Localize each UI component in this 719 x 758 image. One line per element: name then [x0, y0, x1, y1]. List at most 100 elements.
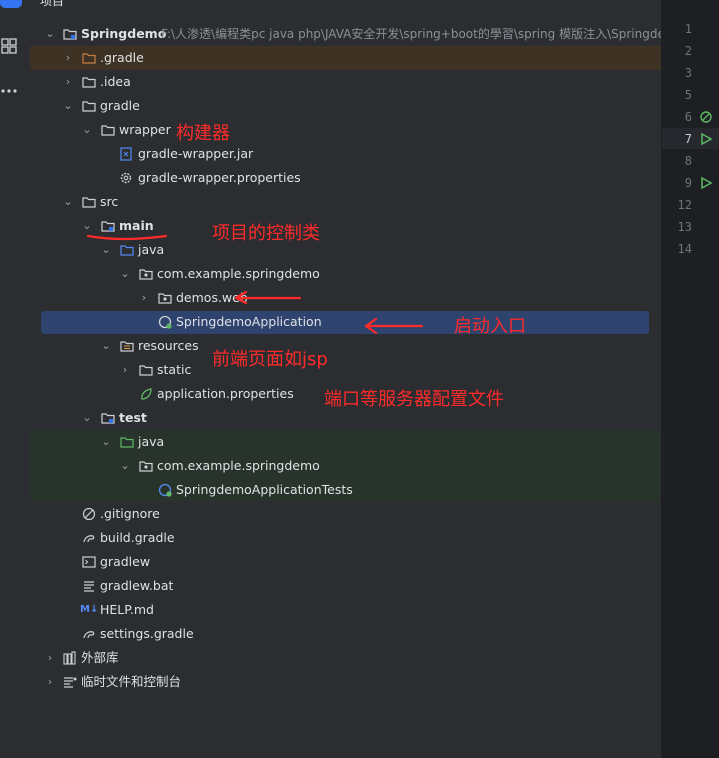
- chevron-down-icon[interactable]: ⌄: [80, 406, 94, 430]
- run-icon[interactable]: [699, 176, 713, 190]
- tree-row[interactable]: ⌄ com.example.springdemo: [30, 454, 661, 478]
- tree-row[interactable]: gradle-wrapper.properties: [30, 166, 661, 190]
- tree-row[interactable]: gradlew: [30, 550, 661, 574]
- chevron-down-icon[interactable]: ⌄: [99, 430, 113, 454]
- line-number: 13: [677, 220, 692, 234]
- chevron-right-icon[interactable]: ›: [61, 46, 75, 70]
- line-number: 3: [684, 66, 692, 80]
- tree-row[interactable]: M↓ HELP.md: [30, 598, 661, 622]
- tree-label: 外部库: [81, 650, 119, 665]
- tree-row-selected[interactable]: SpringdemoApplication: [30, 310, 661, 334]
- tree-label: gradle-wrapper.properties: [138, 170, 301, 185]
- chevron-down-icon[interactable]: ⌄: [99, 238, 113, 262]
- tree-row-root[interactable]: ⌄ Springdemo F:\人渗透\编程类pc java php\JAVA安…: [30, 22, 661, 46]
- jar-file-icon: [119, 147, 133, 161]
- chevron-right-icon[interactable]: ›: [43, 670, 57, 694]
- module-folder-icon: [63, 27, 77, 41]
- tree-row[interactable]: ⌄ java: [30, 430, 661, 454]
- tree-label: HELP.md: [100, 602, 154, 617]
- bean-icon[interactable]: [699, 110, 713, 124]
- tree-row[interactable]: ⌄ src: [30, 190, 661, 214]
- gradle-icon: [82, 531, 96, 545]
- line-number: 2: [684, 44, 692, 58]
- tree-row[interactable]: ⌄ com.example.springdemo: [30, 262, 661, 286]
- tree-label: resources: [138, 338, 199, 353]
- chevron-down-icon[interactable]: ⌄: [80, 118, 94, 142]
- ignore-file-icon: [82, 507, 96, 521]
- tree-row[interactable]: gradle-wrapper.jar: [30, 142, 661, 166]
- tree-label: gradlew.bat: [100, 578, 174, 593]
- tree-row[interactable]: gradlew.bat: [30, 574, 661, 598]
- tree-label: static: [157, 362, 192, 377]
- source-folder-icon: [120, 243, 134, 257]
- tree-label: .gradle: [100, 50, 144, 65]
- tree-row[interactable]: › 临时文件和控制台: [30, 670, 661, 694]
- project-tool-icon[interactable]: [0, 0, 22, 8]
- text-file-icon: [82, 579, 96, 593]
- tree-row[interactable]: › static: [30, 358, 661, 382]
- line-number: 14: [677, 242, 692, 256]
- more-tools-icon[interactable]: [0, 82, 18, 93]
- tree-row[interactable]: ⌄ main: [30, 214, 661, 238]
- tree-row[interactable]: ⌄ wrapper: [30, 118, 661, 142]
- tree-row[interactable]: ⌄ gradle: [30, 94, 661, 118]
- tree-row[interactable]: build.gradle: [30, 526, 661, 550]
- line-number: 1: [684, 22, 692, 36]
- chevron-down-icon[interactable]: ⌄: [99, 334, 113, 358]
- panel-title: 项目: [40, 0, 65, 8]
- tree-label: .idea: [100, 74, 131, 89]
- resources-folder-icon: [120, 339, 134, 353]
- tree-label: gradlew: [100, 554, 151, 569]
- line-number: 7: [684, 132, 692, 146]
- chevron-down-icon[interactable]: ⌄: [61, 190, 75, 214]
- test-folder-icon: [120, 435, 134, 449]
- chevron-down-icon[interactable]: ⌄: [118, 262, 132, 286]
- tree-row[interactable]: › .idea: [30, 70, 661, 94]
- tree-label: java: [138, 434, 165, 449]
- scratches-icon: [63, 675, 77, 689]
- gear-icon: [119, 171, 133, 185]
- run-icon[interactable]: [699, 132, 713, 146]
- tree-row[interactable]: › .gradle: [30, 46, 661, 70]
- structure-tool-icon[interactable]: [1, 38, 17, 54]
- activity-bar: [0, 0, 31, 758]
- package-icon: [139, 459, 153, 473]
- tree-row[interactable]: ⌄ java: [30, 238, 661, 262]
- folder-icon: [139, 363, 153, 377]
- folder-icon: [101, 123, 115, 137]
- annotation-resources: 前端页面如jsp: [212, 349, 328, 370]
- library-icon: [63, 651, 77, 665]
- chevron-right-icon[interactable]: ›: [43, 646, 57, 670]
- folder-icon: [82, 195, 96, 209]
- tree-label: java: [138, 242, 165, 257]
- chevron-down-icon[interactable]: ⌄: [80, 214, 94, 238]
- tree-row[interactable]: .gitignore: [30, 502, 661, 526]
- chevron-down-icon[interactable]: ⌄: [43, 22, 57, 46]
- spring-class-icon: [158, 315, 172, 329]
- folder-icon: [82, 51, 96, 65]
- chevron-down-icon[interactable]: ⌄: [61, 94, 75, 118]
- annotation-entry: 启动入口: [454, 316, 526, 337]
- chevron-right-icon[interactable]: ›: [137, 286, 151, 310]
- tree-label: settings.gradle: [100, 626, 194, 641]
- tree-row[interactable]: settings.gradle: [30, 622, 661, 646]
- tree-row[interactable]: › 外部库: [30, 646, 661, 670]
- tree-label: SpringdemoApplicationTests: [176, 482, 353, 497]
- tree-label: com.example.springdemo: [157, 458, 320, 473]
- tree-row[interactable]: ⌄ resources: [30, 334, 661, 358]
- annotation-main: 项目的控制类: [212, 223, 320, 244]
- tree-row[interactable]: › demos.web: [30, 286, 661, 310]
- folder-icon: [82, 99, 96, 113]
- markdown-icon: M↓: [80, 604, 99, 615]
- module-folder-icon: [101, 219, 115, 233]
- tree-label: 临时文件和控制台: [81, 674, 182, 689]
- spring-properties-icon: [139, 387, 153, 401]
- header-action-icons[interactable]: ⊕⌃⋮—: [520, 0, 636, 2]
- chevron-right-icon[interactable]: ›: [61, 70, 75, 94]
- line-number: 12: [677, 198, 692, 212]
- chevron-down-icon[interactable]: ⌄: [118, 454, 132, 478]
- tree-row[interactable]: SpringdemoApplicationTests: [30, 478, 661, 502]
- tree-label: wrapper: [119, 122, 171, 137]
- chevron-right-icon[interactable]: ›: [118, 358, 132, 382]
- line-number: 5: [684, 88, 692, 102]
